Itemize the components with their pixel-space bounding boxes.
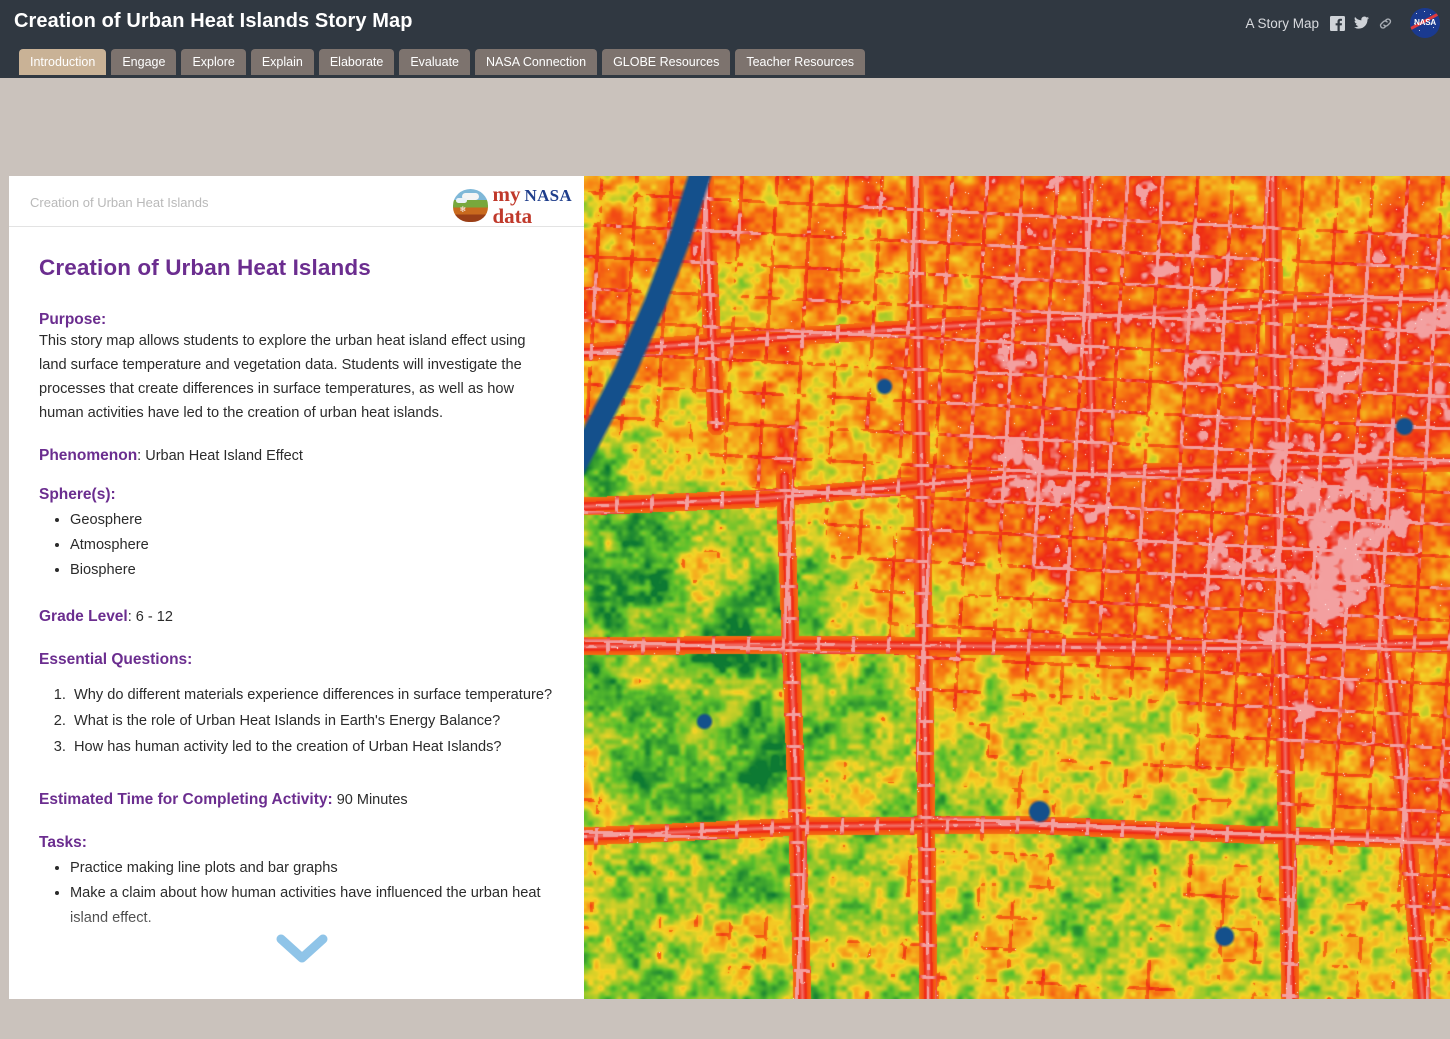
page-title: Creation of Urban Heat Islands	[39, 255, 371, 280]
spheres-heading: Sphere(s):	[39, 485, 116, 503]
tab-label: Explain	[261, 54, 303, 69]
tab-bar: Introduction Engage Explore Explain Elab…	[19, 49, 866, 75]
chevron-down-icon[interactable]	[274, 932, 330, 966]
tasks-list: Practice making line plots and bar graph…	[39, 856, 562, 931]
tab-label: Introduction	[30, 54, 96, 69]
map-raster[interactable]	[584, 176, 1450, 999]
app-title: Creation of Urban Heat Islands Story Map	[14, 10, 413, 32]
logo-data: data	[492, 204, 533, 228]
tab-label: Engage	[122, 54, 166, 69]
my-nasa-data-logo[interactable]: ❄ my NASA data	[452, 184, 573, 227]
tab-label: Elaborate	[329, 54, 384, 69]
header-actions: A Story Map NASA	[1245, 8, 1440, 38]
tab-teacher-resources[interactable]: Teacher Resources	[735, 49, 866, 75]
estimated-time-line: Estimated Time for Completing Activity: …	[39, 791, 562, 809]
spheres-list: Geosphere Atmosphere Biosphere	[39, 508, 562, 583]
list-item: How has human activity led to the creati…	[70, 735, 559, 760]
grade-level-heading: Grade Level	[39, 607, 128, 625]
tab-label: Evaluate	[410, 54, 459, 69]
tab-globe-resources[interactable]: GLOBE Resources	[602, 49, 731, 75]
purpose-text: This story map allows students to explor…	[39, 333, 526, 421]
section-tasks: Tasks: Practice making line plots and ba…	[39, 834, 562, 931]
grade-level-line: Grade Level: 6 - 12	[39, 608, 562, 626]
logo-nasa: NASA	[524, 186, 572, 205]
tab-label: Teacher Resources	[746, 54, 855, 69]
section-spheres: Sphere(s): Geosphere Atmosphere Biospher…	[39, 486, 562, 583]
story-content: Creation of Urban Heat Islands ❄ my NASA…	[9, 176, 1450, 999]
section-purpose: Purpose: This story map allows students …	[39, 311, 562, 426]
tab-nasa-connection[interactable]: NASA Connection	[475, 49, 598, 75]
phenomenon-value: : Urban Heat Island Effect	[137, 447, 303, 464]
tab-introduction[interactable]: Introduction	[19, 49, 107, 75]
app-header: Creation of Urban Heat Islands Story Map…	[0, 0, 1450, 78]
list-item: Atmosphere	[70, 533, 562, 558]
nasa-logo[interactable]: NASA	[1410, 8, 1440, 38]
panel-body[interactable]: Creation of Urban Heat Islands Purpose: …	[9, 227, 584, 999]
phenomenon-line: Phenomenon: Urban Heat Island Effect	[39, 447, 562, 465]
heat-island-map[interactable]	[584, 176, 1450, 999]
story-text-panel: Creation of Urban Heat Islands ❄ my NASA…	[9, 176, 584, 999]
section-essential-questions: Essential Questions: Why do different ma…	[39, 651, 562, 760]
essential-questions-list: Why do different materials experience di…	[39, 683, 559, 760]
tab-evaluate[interactable]: Evaluate	[399, 49, 470, 75]
essential-questions-heading: Essential Questions:	[39, 650, 193, 668]
tab-elaborate[interactable]: Elaborate	[318, 49, 395, 75]
tasks-heading: Tasks:	[39, 834, 87, 852]
nasa-logo-wordmark: NASA	[1414, 18, 1436, 27]
tab-engage[interactable]: Engage	[111, 49, 177, 75]
section-estimated-time: Estimated Time for Completing Activity: …	[39, 791, 562, 809]
my-nasa-data-wordmark: my NASA data	[493, 184, 573, 227]
link-icon[interactable]	[1378, 16, 1393, 31]
estimated-time-value: 90 Minutes	[332, 792, 408, 809]
list-item: Why do different materials experience di…	[70, 683, 559, 708]
tab-label: Explore	[192, 54, 235, 69]
list-item: Biosphere	[70, 558, 562, 583]
list-item: Make a claim about how human activities …	[70, 881, 562, 931]
purpose-heading: Purpose:	[39, 311, 107, 328]
grade-level-value: : 6 - 12	[127, 608, 173, 625]
tab-explain[interactable]: Explain	[250, 49, 314, 75]
tab-explore[interactable]: Explore	[181, 49, 246, 75]
list-item: Geosphere	[70, 508, 562, 533]
phenomenon-heading: Phenomenon	[39, 446, 138, 464]
globe-icon: ❄	[452, 189, 488, 222]
section-phenomenon: Phenomenon: Urban Heat Island Effect	[39, 447, 562, 465]
tab-label: NASA Connection	[486, 54, 587, 69]
logo-my: my	[492, 182, 521, 206]
list-item: Practice making line plots and bar graph…	[70, 856, 562, 881]
twitter-icon[interactable]	[1354, 16, 1369, 31]
estimated-time-heading: Estimated Time for Completing Activity:	[39, 791, 333, 809]
story-map-label: A Story Map	[1245, 15, 1319, 31]
panel-header: Creation of Urban Heat Islands ❄ my NASA…	[9, 176, 584, 227]
snowflake-icon: ❄	[459, 205, 467, 214]
facebook-icon[interactable]	[1330, 15, 1345, 31]
tab-label: GLOBE Resources	[613, 54, 720, 69]
list-item: What is the role of Urban Heat Islands i…	[70, 709, 559, 734]
section-grade-level: Grade Level: 6 - 12	[39, 608, 562, 626]
breadcrumb: Creation of Urban Heat Islands	[30, 195, 209, 210]
